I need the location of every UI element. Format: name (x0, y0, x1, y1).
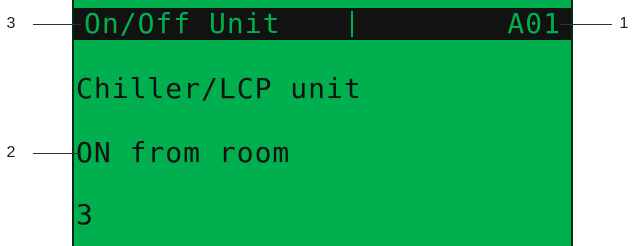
callout-1-line (560, 24, 612, 25)
callout-3-line (33, 24, 81, 25)
lcd-line-status: ON from room (76, 136, 291, 169)
callout-3-label: 3 (6, 15, 16, 32)
callout-1-label: 1 (619, 15, 629, 32)
lcd-header-bar: On/Off Unit A01 (74, 8, 571, 40)
callout-2-label: 2 (6, 144, 16, 161)
lcd-line-unit: Chiller/LCP unit (76, 72, 362, 105)
callout-2-line (33, 153, 81, 154)
screen-title: On/Off Unit (84, 7, 281, 40)
lcd-display: On/Off Unit A01 Chiller/LCP unit ON from… (72, 0, 573, 246)
lcd-line-value: 3 (76, 198, 94, 231)
screen-code: A01 (507, 7, 561, 40)
text-cursor (351, 11, 353, 37)
